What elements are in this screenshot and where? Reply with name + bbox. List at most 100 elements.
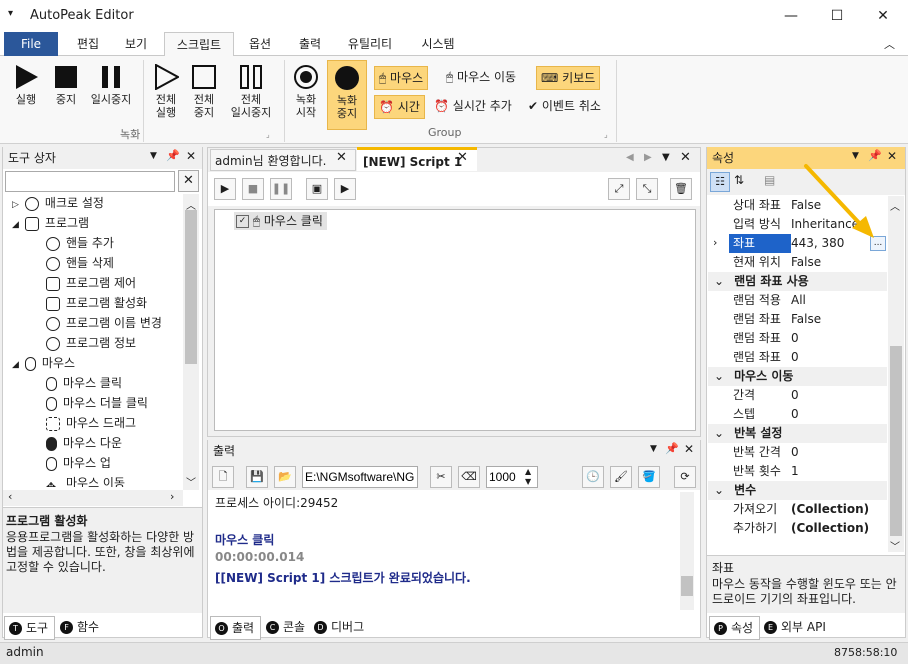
time-toggle-button[interactable]: ⏰ 시간	[374, 95, 425, 119]
prop-row[interactable]: 랜덤 좌표 0	[729, 329, 887, 348]
minimize-button[interactable]: —	[768, 0, 814, 32]
paint-bucket-icon[interactable]: 🪣	[638, 466, 660, 488]
prop-category-mouse-move[interactable]: ⌄ 마우스 이동	[708, 367, 887, 386]
record-start-button[interactable]: 녹화 시작	[288, 64, 324, 119]
script-item-mouse-click[interactable]: ✓ 🖱 마우스 클릭	[234, 212, 327, 230]
keyboard-toggle-button[interactable]: ⌨ 키보드	[536, 66, 601, 90]
item-checkbox[interactable]: ✓	[236, 215, 249, 228]
scroll-right-icon[interactable]: ›	[170, 490, 174, 503]
stop-button[interactable]: 중지	[48, 64, 84, 106]
prop-category-random[interactable]: ⌄ 랜덤 좌표 사용	[708, 272, 887, 291]
stop-all-button[interactable]: 전체 중지	[186, 64, 222, 119]
toolbox-hscrollbar[interactable]	[3, 490, 183, 506]
tab-debugger[interactable]: D 디버그	[310, 616, 370, 638]
collapse-arrow-icon[interactable]: ⌄	[714, 426, 724, 440]
record-stop-button[interactable]: 녹화 중지	[327, 60, 367, 130]
doc-scroll-right-icon[interactable]: ▶	[644, 152, 652, 163]
scroll-up-icon[interactable]: ︿	[890, 198, 900, 213]
mouse-toggle-button[interactable]: 🖱 마우스	[374, 66, 429, 90]
script-editor[interactable]	[214, 209, 696, 431]
script-play-button[interactable]: ▶	[214, 178, 236, 200]
group-launcher-icon[interactable]: ⌟	[604, 130, 608, 139]
expand-view-icon[interactable]: ⤢	[608, 178, 630, 200]
sort-alpha-icon[interactable]: ⇅	[734, 173, 744, 187]
tab-file[interactable]: File	[4, 32, 58, 56]
tree-item-mouse-click[interactable]: 마우스 클릭	[46, 373, 122, 393]
collapse-arrow-icon[interactable]: ⌄	[714, 369, 724, 383]
close-window-button[interactable]: ✕	[860, 0, 906, 32]
prop-row[interactable]: 랜덤 좌표 False	[729, 310, 887, 329]
scroll-down-icon[interactable]: ﹀	[186, 474, 196, 489]
collapse-arrow-icon[interactable]: ⌄	[714, 274, 724, 288]
collapse-view-icon[interactable]: ⤡	[636, 178, 658, 200]
output-dropdown-icon[interactable]: ▼	[650, 444, 657, 454]
tab-edit[interactable]: 편집	[66, 32, 110, 56]
expand-arrow-icon[interactable]: ›	[713, 236, 717, 249]
tree-item-mouse-drag[interactable]: 마우스 드래그	[46, 413, 136, 433]
window-menu-icon[interactable]: ▾	[8, 8, 13, 19]
properties-close-icon[interactable]: ✕	[887, 149, 897, 163]
tree-item-macro-settings[interactable]: ▷ 매크로 설정	[12, 193, 104, 213]
tab-console[interactable]: C 콘솔	[262, 616, 311, 638]
tab-external-api[interactable]: E 외부 API	[760, 616, 832, 638]
stepper-arrows-icon[interactable]: ▲ ▼	[525, 467, 531, 487]
doc-close-icon[interactable]: ✕	[680, 150, 691, 165]
tab-tools[interactable]: T 도구	[4, 616, 56, 640]
timer-icon[interactable]: 🕒	[582, 466, 604, 488]
tree-item-mouse-double-click[interactable]: 마우스 더블 클릭	[46, 393, 148, 413]
toolbox-scroll-thumb[interactable]	[185, 210, 197, 364]
toolbox-clear-button[interactable]: ✕	[178, 170, 199, 192]
collapse-arrow-icon[interactable]: ◢	[12, 360, 19, 370]
tab-options[interactable]: 옵션	[238, 32, 282, 56]
prop-row[interactable]: 랜덤 적용 All	[729, 291, 887, 310]
mouse-move-button[interactable]: 🖱 마우스 이동	[442, 66, 520, 88]
tree-item-mouse-move[interactable]: ✥ 마우스 이동	[46, 473, 125, 487]
group-launcher-icon[interactable]: ⌟	[266, 130, 270, 139]
tree-item-handle-add[interactable]: 핸들 추가	[46, 233, 114, 253]
output-scroll-thumb[interactable]	[681, 576, 693, 596]
collapse-arrow-icon[interactable]: ⌄	[714, 483, 724, 497]
tree-item-program-activate[interactable]: 프로그램 활성화	[46, 293, 147, 313]
tab-functions[interactable]: F 함수	[56, 616, 105, 638]
tab-output-panel[interactable]: O 출력	[210, 616, 262, 640]
tab-view[interactable]: 보기	[114, 32, 158, 56]
tree-item-program-info[interactable]: 프로그램 정보	[46, 333, 136, 353]
scroll-left-icon[interactable]: ‹	[8, 490, 12, 503]
prop-row[interactable]: 가져오기 (Collection)	[729, 500, 887, 519]
script-pause-button[interactable]: ❚❚	[270, 178, 292, 200]
tree-item-program-rename[interactable]: 프로그램 이름 변경	[46, 313, 162, 333]
tab-system[interactable]: 시스템	[412, 32, 464, 56]
script-step-button[interactable]: ▣	[306, 178, 328, 200]
run-button[interactable]: 실행	[8, 64, 44, 106]
new-file-icon[interactable]: 🗋	[212, 466, 234, 488]
prop-row[interactable]: 간격 0	[729, 386, 887, 405]
collapse-arrow-icon[interactable]: ◢	[12, 220, 19, 230]
event-cancel-button[interactable]: ✔ 이벤트 취소	[524, 95, 605, 117]
save-icon[interactable]: 💾	[246, 466, 268, 488]
tab-properties[interactable]: P 속성	[709, 616, 761, 640]
script-stop-button[interactable]: ■	[242, 178, 264, 200]
realtime-add-button[interactable]: ⏰ 실시간 추가	[430, 95, 516, 117]
output-path-input[interactable]	[302, 466, 418, 488]
prop-category-variables[interactable]: ⌄ 변수	[708, 481, 887, 500]
prop-row[interactable]: 추가하기 (Collection)	[729, 519, 887, 538]
properties-scroll-thumb[interactable]	[890, 346, 902, 536]
open-folder-icon[interactable]: 📂	[274, 466, 296, 488]
prop-category-repeat[interactable]: ⌄ 반복 설정	[708, 424, 887, 443]
prop-row[interactable]: 스텝 0	[729, 405, 887, 424]
doc-tab-close-icon[interactable]: ✕	[336, 150, 347, 165]
tab-script[interactable]: 스크립트	[164, 32, 234, 58]
prop-row[interactable]: 반복 간격 0	[729, 443, 887, 462]
doc-scroll-left-icon[interactable]: ◀	[626, 152, 634, 163]
tree-item-program-control[interactable]: 프로그램 제어	[46, 273, 136, 293]
tree-item-program[interactable]: ◢ 프로그램	[12, 213, 89, 233]
toolbox-pin-icon[interactable]: 📌	[166, 149, 180, 162]
categorized-icon[interactable]: ☷	[710, 172, 730, 192]
output-close-icon[interactable]: ✕	[684, 442, 694, 456]
clean-icon[interactable]: ✂	[430, 466, 452, 488]
tree-item-mouse[interactable]: ◢ 마우스	[12, 353, 75, 373]
doc-list-icon[interactable]: ▼	[662, 152, 670, 163]
eraser-icon[interactable]: ⌫	[458, 466, 480, 488]
prop-row[interactable]: 현재 위치 False	[729, 253, 887, 272]
tree-item-handle-delete[interactable]: 핸들 삭제	[46, 253, 114, 273]
